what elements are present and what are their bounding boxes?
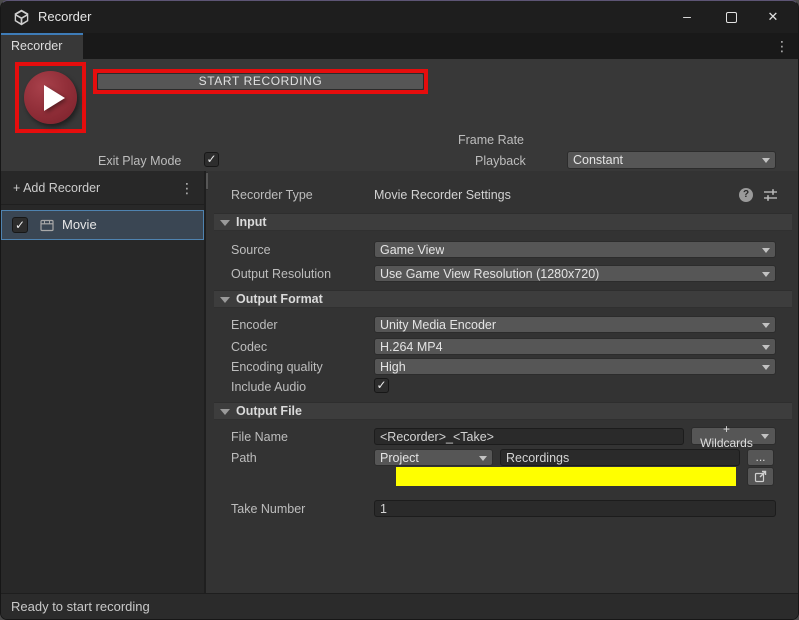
recorder-list-header: + Add Recorder ⋮ (1, 171, 204, 205)
recorder-type-value: Movie Recorder Settings (374, 188, 511, 202)
help-icon[interactable]: ? (739, 188, 753, 202)
window-title: Recorder (38, 9, 92, 24)
path-root-dropdown[interactable]: Project (374, 449, 493, 466)
section-header-output-file[interactable]: Output File (214, 402, 792, 420)
playback-label: Playback (475, 154, 526, 168)
external-link-icon (754, 470, 767, 483)
section-header-output-format[interactable]: Output Format (214, 290, 792, 308)
body-area: + Add Recorder ⋮ ✓ Movie Recorder Type M… (1, 171, 798, 593)
output-resolution-dropdown[interactable]: Use Game View Resolution (1280x720) (374, 265, 776, 282)
include-audio-label: Include Audio (231, 380, 307, 394)
check-icon: ✓ (14, 218, 26, 232)
dropdown-arrow-icon (761, 433, 769, 439)
exit-play-mode-label: Exit Play Mode (98, 154, 182, 168)
codec-dropdown[interactable]: H.264 MP4 (374, 338, 776, 355)
minimize-button[interactable]: – (666, 1, 708, 33)
foldout-arrow-icon (220, 297, 230, 303)
dropdown-arrow-icon (762, 322, 770, 328)
foldout-arrow-icon (220, 409, 230, 415)
check-icon: ✓ (376, 378, 387, 392)
check-icon: ✓ (206, 152, 217, 166)
dropdown-arrow-icon (762, 158, 770, 163)
add-recorder-button[interactable]: + Add Recorder (13, 171, 100, 205)
take-number-label: Take Number (231, 502, 306, 516)
codec-label: Codec (231, 340, 268, 354)
close-button[interactable]: ✕ (752, 1, 794, 33)
open-path-button[interactable] (747, 467, 774, 486)
dropdown-arrow-icon (762, 247, 770, 253)
wildcards-button[interactable]: + Wildcards (691, 422, 776, 450)
play-button[interactable] (24, 71, 77, 124)
playback-dropdown[interactable]: Constant (567, 151, 776, 169)
tab-bar: Recorder ⋮ (1, 33, 798, 59)
exit-play-mode-checkbox[interactable]: ✓ (204, 152, 219, 167)
title-bar: Recorder – ✕ (1, 1, 798, 33)
recorder-toolbar: START RECORDING Exit Play Mode ✓ Recordi… (1, 59, 798, 208)
dropdown-arrow-icon (762, 344, 770, 350)
source-label: Source (231, 243, 271, 257)
recorder-window: Recorder – ✕ Recorder ⋮ START RECORDING … (0, 0, 799, 620)
recorder-list-item-movie[interactable]: ✓ Movie (1, 210, 204, 240)
start-recording-annotation: START RECORDING (93, 69, 428, 94)
include-audio-checkbox[interactable]: ✓ (374, 378, 389, 393)
movie-recorder-icon (40, 219, 54, 232)
recorder-list-kebab-icon[interactable]: ⋮ (178, 171, 196, 205)
frame-rate-title: Frame Rate (458, 133, 524, 147)
start-recording-button[interactable]: START RECORDING (97, 73, 424, 90)
encoder-label: Encoder (231, 318, 278, 332)
path-label: Path (231, 451, 257, 465)
play-icon (43, 84, 65, 111)
maximize-button[interactable] (710, 1, 752, 33)
recorder-settings-panel: Recorder Type Movie Recorder Settings ? … (208, 171, 798, 593)
recorder-type-label: Recorder Type (231, 188, 313, 202)
file-name-label: File Name (231, 430, 288, 444)
encoder-dropdown[interactable]: Unity Media Encoder (374, 316, 776, 333)
preset-icon[interactable] (763, 188, 778, 202)
tab-recorder[interactable]: Recorder (1, 33, 83, 59)
dropdown-arrow-icon (762, 364, 770, 370)
encoding-quality-dropdown[interactable]: High (374, 358, 776, 375)
source-dropdown[interactable]: Game View (374, 241, 776, 258)
tab-menu-kebab-icon[interactable]: ⋮ (772, 33, 792, 59)
recorder-list-panel: + Add Recorder ⋮ ✓ Movie (1, 171, 206, 593)
take-number-input[interactable] (374, 500, 776, 517)
foldout-arrow-icon (220, 220, 230, 226)
unity-logo-icon (14, 9, 29, 26)
dropdown-arrow-icon (762, 271, 770, 277)
maximize-icon (725, 11, 737, 23)
section-header-input[interactable]: Input (214, 213, 792, 231)
recorder-item-label: Movie (62, 217, 97, 232)
play-button-annotation (15, 62, 86, 133)
dropdown-arrow-icon (479, 455, 487, 461)
status-bar: Ready to start recording (1, 593, 798, 619)
encoding-quality-label: Encoding quality (231, 360, 323, 374)
path-highlight-annotation (396, 467, 736, 486)
file-name-input[interactable] (374, 428, 684, 445)
output-resolution-label: Output Resolution (231, 267, 332, 281)
path-input[interactable] (500, 449, 740, 466)
status-text: Ready to start recording (11, 599, 150, 614)
recorder-enabled-checkbox[interactable]: ✓ (12, 217, 28, 233)
browse-button[interactable]: ... (747, 449, 774, 466)
